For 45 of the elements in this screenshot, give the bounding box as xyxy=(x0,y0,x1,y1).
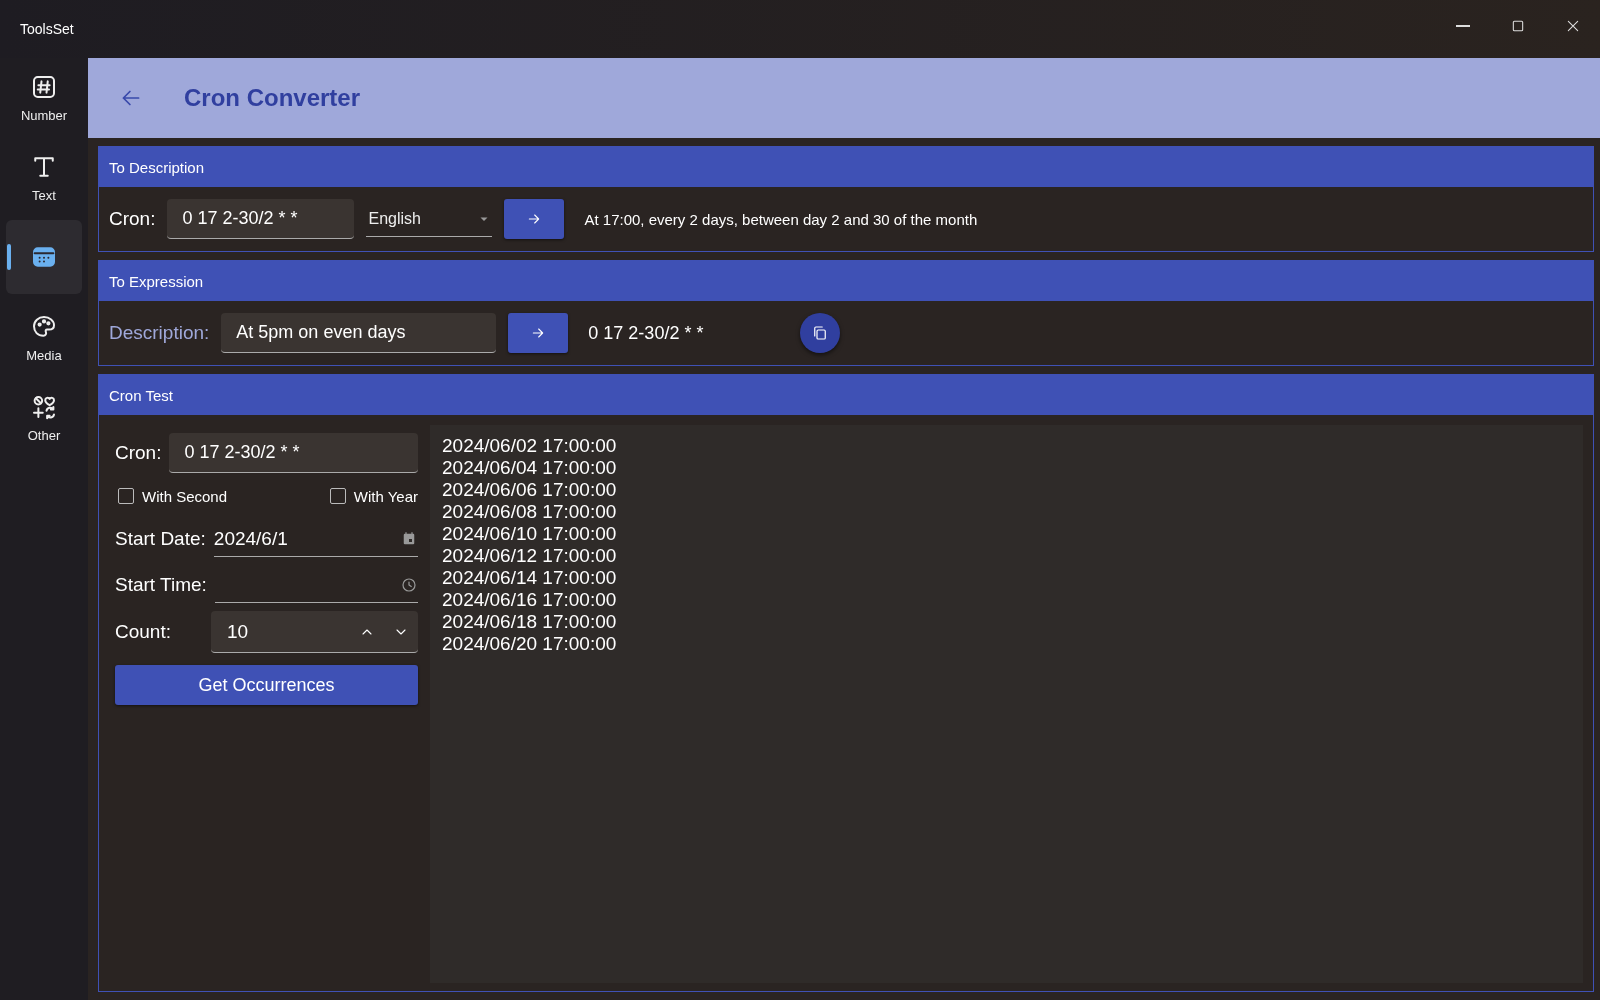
occurrence-text: 2024/06/08 17:00:00 xyxy=(442,501,617,523)
field-label: Cron: xyxy=(109,208,156,230)
get-occurrences-button[interactable]: Get Occurrences xyxy=(115,665,418,705)
occurrence-text: 2024/06/20 17:00:00 xyxy=(442,633,617,655)
checkbox[interactable] xyxy=(329,488,346,504)
date-picker[interactable]: 2024/6/1 xyxy=(213,521,418,557)
clock-icon xyxy=(400,575,418,594)
copy-button[interactable] xyxy=(800,313,841,353)
occurrence-text: 2024/06/10 17:00:00 xyxy=(442,523,617,545)
selection-indicator xyxy=(7,244,11,270)
nav-item[interactable]: Text xyxy=(6,140,82,214)
occurrence-text: 2024/06/04 17:00:00 xyxy=(442,457,617,479)
occurrence-text: 2024/06/06 17:00:00 xyxy=(442,479,617,501)
field-label: Start Time: xyxy=(115,574,207,596)
convert-button[interactable] xyxy=(504,199,565,239)
checkbox-label: With Year xyxy=(353,487,418,505)
language-dropdown[interactable]: English xyxy=(366,201,493,237)
convert-button[interactable] xyxy=(508,313,569,353)
minimize-icon xyxy=(1455,25,1470,27)
expression-result: 0 17 2-30/2 * * xyxy=(588,322,705,344)
description-result: At 17:00, every 2 days, between day 2 and 30 of the month xyxy=(584,210,978,228)
occurrence-text: 2024/06/02 17:00:00 xyxy=(442,435,617,457)
nav-item[interactable]: Media xyxy=(6,300,82,374)
page-title: Cron Converter xyxy=(184,84,361,112)
cron-input[interactable]: 0 17 2-30/2 * * xyxy=(167,199,355,239)
occurrence-text: 2024/06/18 17:00:00 xyxy=(442,611,617,633)
section-header: To Description xyxy=(99,147,1593,187)
nav-item[interactable]: Other xyxy=(6,380,82,454)
occurrence-text: 2024/06/14 17:00:00 xyxy=(442,567,617,589)
occurrence-text: 2024/06/12 17:00:00 xyxy=(442,545,617,567)
field-label: Description: xyxy=(109,322,210,344)
nav-item[interactable]: Number xyxy=(6,60,82,134)
window-title: ToolsSet xyxy=(20,21,74,37)
field-label: Cron: xyxy=(115,442,162,464)
cron-input[interactable]: 0 17 2-30/2 * * xyxy=(169,433,418,473)
number-input[interactable]: 10 xyxy=(211,611,418,653)
nav-item[interactable] xyxy=(6,220,82,294)
description-input[interactable]: At 5pm on even days xyxy=(221,313,497,353)
checkbox-label: With Second xyxy=(142,487,228,505)
checkbox[interactable] xyxy=(118,488,134,504)
section-header: Cron Test xyxy=(99,375,1593,415)
field-label: Count: xyxy=(115,621,172,643)
field-label: Start Date: xyxy=(115,528,206,550)
section-header: To Expression xyxy=(99,261,1593,301)
occurrence-text: 2024/06/16 17:00:00 xyxy=(442,589,617,611)
